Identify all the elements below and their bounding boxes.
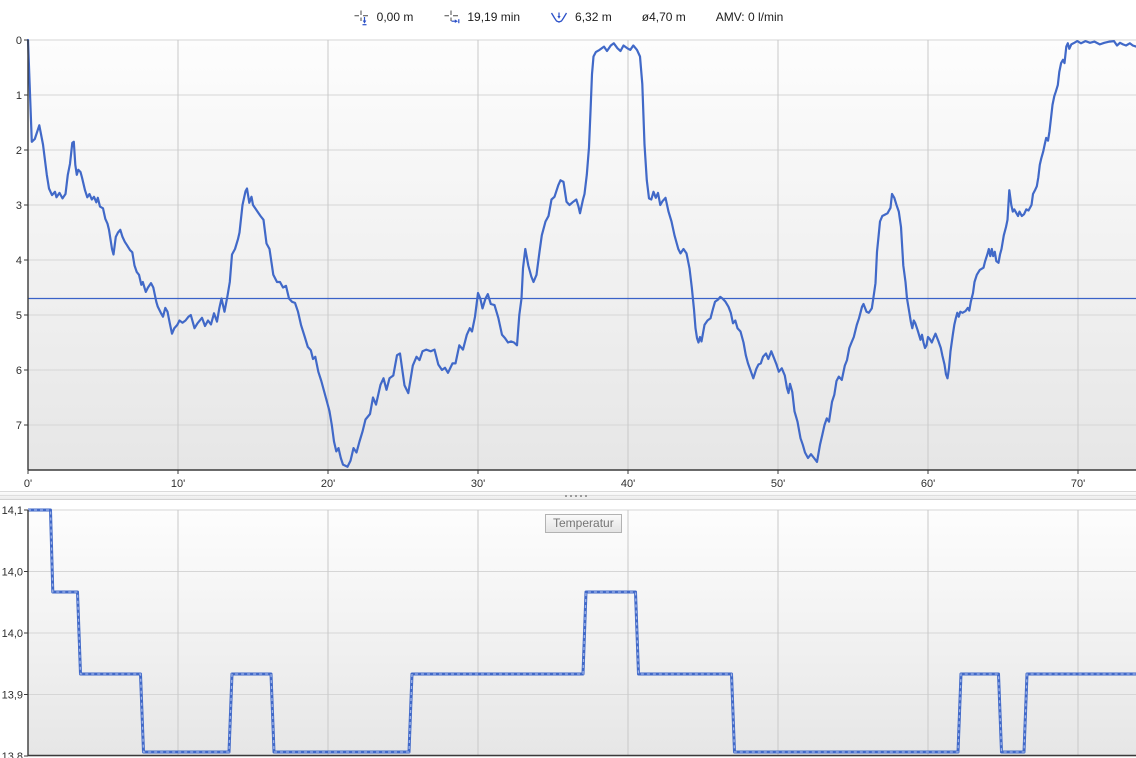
- x-tick-label: 60': [921, 478, 935, 490]
- y-tick-label: 14,0: [2, 628, 23, 640]
- temperature-chart[interactable]: 14,1 14,0 14,0 13,9 13,8: [0, 500, 1136, 758]
- y-tick-label: 14,1: [2, 505, 23, 517]
- y-tick-label: 6: [16, 365, 22, 377]
- temperature-series-label: Temperatur: [545, 514, 622, 533]
- y-tick-label: 13,8: [2, 751, 23, 758]
- x-tick-label: 40': [621, 478, 635, 490]
- depth-plot-area: [28, 40, 1136, 470]
- y-tick-label: 1: [16, 90, 22, 102]
- x-tick-label: 0': [24, 478, 32, 490]
- y-tick-label: 7: [16, 420, 22, 432]
- x-tick-label: 70': [1071, 478, 1085, 490]
- y-tick-label: 0: [16, 35, 22, 47]
- x-tick-label: 30': [471, 478, 485, 490]
- x-tick-label: 50': [771, 478, 785, 490]
- splitter-grip-dots: [565, 495, 567, 497]
- y-tick-label: 5: [16, 310, 22, 322]
- y-tick-label: 13,9: [2, 690, 23, 702]
- chart-splitter[interactable]: [0, 491, 1136, 500]
- y-tick-label: 3: [16, 200, 22, 212]
- y-tick-label: 14,0: [2, 567, 23, 579]
- x-tick-label: 10': [171, 478, 185, 490]
- depth-profile-chart[interactable]: 012345670'10'20'30'40'50'60'70': [0, 0, 1136, 492]
- x-tick-label: 20': [321, 478, 335, 490]
- y-tick-label: 2: [16, 145, 22, 157]
- y-tick-label: 4: [16, 255, 22, 267]
- splitter-groove: [0, 495, 1136, 496]
